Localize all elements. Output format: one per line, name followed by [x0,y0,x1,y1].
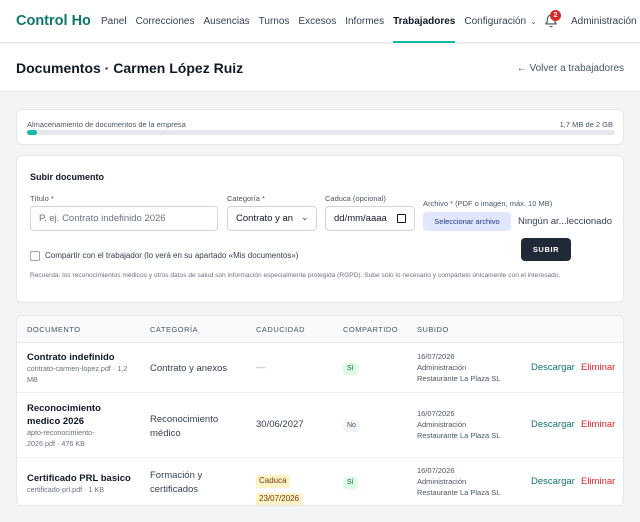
document-file-meta: contrato-carmen-lopez.pdf · 1,2 MB [27,364,128,384]
page-header: Documentos · Carmen López Ruiz ← Volver … [0,44,640,92]
nav-item-turnos[interactable]: Turnos [259,0,290,43]
delete-link[interactable]: Eliminar [581,362,615,373]
download-link[interactable]: Descargar [531,362,575,373]
nav-item-excesos[interactable]: Excesos [298,0,336,43]
page-title: Documentos · Carmen López Ruiz [16,60,244,76]
uploaded-company: Restaurante La Plaza SL [417,431,501,440]
nav-item-ausencias[interactable]: Ausencias [204,0,250,43]
upload-card: Subir documento Título * P. ej. Contrato… [16,155,624,303]
uploaded-by: Administración [417,477,467,486]
documents-table: DOCUMENTO CATEGORÍA CADUCIDAD COMPARTIDO… [16,315,624,506]
uploaded-date: 16/07/2026 [417,352,455,361]
col-header-shared: COMPARTIDO [343,325,399,334]
nav-item-informes[interactable]: Informes [345,0,384,43]
notification-badge: 2 [550,10,561,21]
app-brand[interactable]: Control Hor... [16,13,90,29]
document-category: Contrato y anexos [150,363,228,374]
uploaded-by: Administración [417,363,467,372]
document-name: Reconocimiento medico 2026 [27,403,101,427]
share-checkbox[interactable] [30,251,40,261]
shared-badge: Sí [343,477,358,489]
expiry-warning-badge: Caduca 23/07/2026 [256,470,303,505]
uploaded-by: Administración [417,420,467,429]
back-to-workers-link[interactable]: ← Volver a trabajadores [517,63,624,74]
col-header-document: DOCUMENTO [27,325,81,334]
calendar-icon[interactable] [397,214,406,223]
document-file-meta: apto-reconocimiento-2026.pdf · 476 KB [27,428,95,448]
upload-heading: Subir documento [30,172,104,182]
document-file-meta: certificado-prl.pdf · 1 KB [27,485,105,494]
storage-card: Almacenamiento de documentos de la empre… [16,109,624,145]
nav-item-configuracion-label: Configuración [464,16,527,27]
share-checkbox-label[interactable]: Compartir con el trabajador (lo verá en … [45,251,298,260]
table-row: Reconocimiento medico 2026 apto-reconoci… [17,393,623,458]
document-expiry: 30/06/2027 [256,419,304,430]
table-header: DOCUMENTO CATEGORÍA CADUCIDAD COMPARTIDO… [17,316,623,343]
uploaded-date: 16/07/2026 [417,409,455,418]
gdpr-notice: Recuerda: los reconocimientos médicos y … [30,272,561,279]
storage-progress-fill [27,130,37,135]
uploaded-date: 16/07/2026 [417,466,455,475]
title-label: Título * [30,194,54,203]
document-expiry: — [256,362,266,373]
nav-item-panel[interactable]: Panel [101,0,127,43]
uploaded-company: Restaurante La Plaza SL [417,374,501,383]
table-row: Certificado PRL basico certificado-prl.p… [17,458,623,505]
selected-file-name: Ningún ar...leccionado [518,216,613,227]
category-label: Categoría * [227,194,265,203]
file-label: Archivo * (PDF o imagen, máx. 10 MB) [423,199,553,208]
nav-item-configuracion[interactable]: Configuración ⌄ [464,0,536,43]
expiry-warning-label: Caduca [256,475,290,488]
chevron-down-icon: ⌄ [530,17,537,26]
col-header-uploaded: SUBIDO [417,325,449,334]
document-category: Reconocimiento médico [150,414,219,439]
document-name: Contrato indefinido [27,352,115,363]
nav-item-correcciones[interactable]: Correcciones [136,0,195,43]
uploaded-company: Restaurante La Plaza SL [417,488,501,497]
delete-link[interactable]: Eliminar [581,419,615,430]
main-nav: Panel Correcciones Ausencias Turnos Exce… [101,0,546,43]
storage-label: Almacenamiento de documentos de la empre… [27,120,186,129]
chevron-down-icon: ⌄ [301,212,309,222]
expiry-warning-date: 23/07/2026 [256,493,303,505]
col-header-expiry: CADUCIDAD [256,325,306,334]
shared-badge: Sí [343,363,358,375]
title-input[interactable]: P. ej. Contrato indefinido 2026 [30,206,218,231]
user-menu[interactable]: Administración ... [571,16,640,27]
document-name: Certificado PRL basico [27,473,131,484]
expiry-label: Caduca (opcional) [325,194,386,203]
delete-link[interactable]: Eliminar [581,476,615,487]
download-link[interactable]: Descargar [531,476,575,487]
col-header-category: CATEGORÍA [150,325,199,334]
top-navbar: Control Hor... Panel Correcciones Ausenc… [0,0,640,43]
download-link[interactable]: Descargar [531,419,575,430]
document-category: Formación y certificados [150,470,203,495]
submit-button[interactable]: SUBIR [521,238,571,261]
select-file-button[interactable]: Seleccionar archivo [423,212,511,231]
shared-badge: No [343,420,360,432]
storage-progress-bar [27,130,615,135]
nav-item-trabajadores[interactable]: Trabajadores [393,0,456,43]
storage-value: 1,7 MB de 2 GB [559,120,613,129]
table-row: Contrato indefinido contrato-carmen-lope… [17,343,623,393]
